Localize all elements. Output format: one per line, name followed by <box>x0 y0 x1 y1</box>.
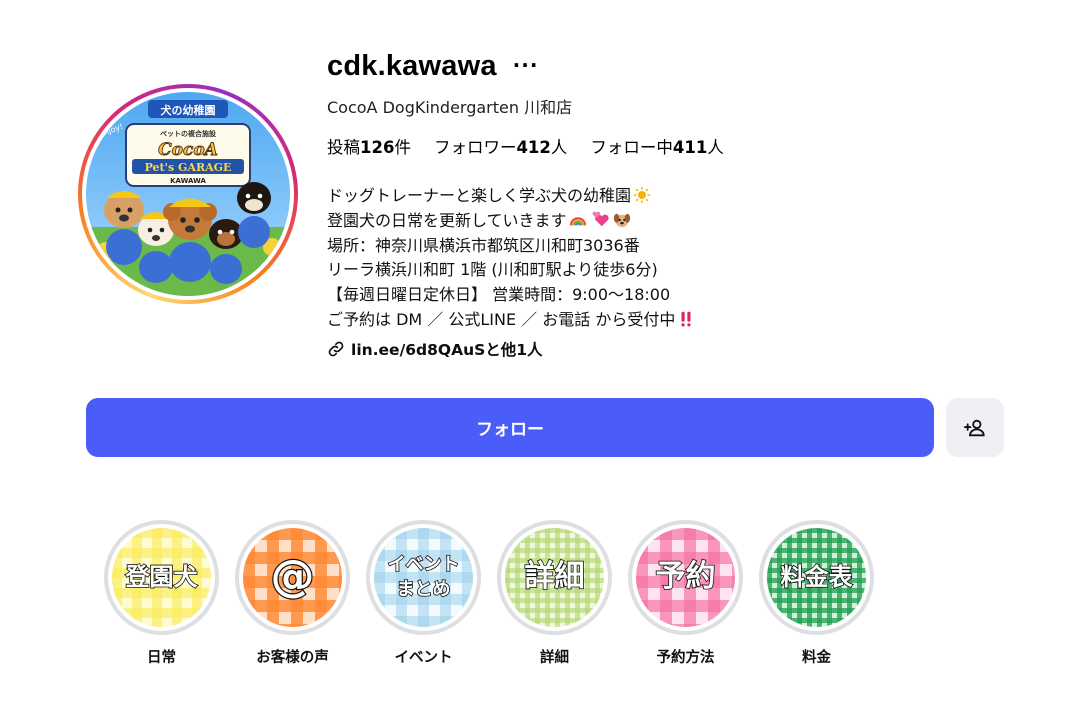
sun-icon <box>633 186 651 204</box>
posts-count: 投稿126件 <box>327 138 411 157</box>
highlight-cover-text: 予約 <box>655 559 717 595</box>
bio-line: 場所：神奈川県横浜市都筑区川和町3036番 <box>327 235 640 255</box>
highlight-reservation[interactable]: 予約 予約方法 <box>628 520 743 667</box>
bio-line: 登園犬の日常を更新していきます <box>327 209 697 234</box>
avatar-brand-text: CocoA <box>158 140 218 160</box>
rainbow-icon <box>569 217 586 226</box>
highlight-cover-text: 料金表 <box>780 562 854 591</box>
profile-stats: 投稿126件 フォロワー412人 フォロー中411人 <box>327 134 724 158</box>
highlight-pricing[interactable]: 料金表 料金 <box>759 520 874 667</box>
suggest-users-button[interactable] <box>946 398 1004 457</box>
highlight-customer-voice[interactable]: @ お客様の声 <box>235 520 350 667</box>
bio-line: 【毎週日曜日定休日】 営業時間：9:00〜18:00 <box>327 285 671 305</box>
highlight-label: お客様の声 <box>256 650 329 666</box>
link-text[interactable]: lin.ee/6d8QAuSと他1人 <box>351 338 543 360</box>
bio-line: ドッグトレーナーと楽しく学ぶ犬の幼稚園 <box>327 184 697 209</box>
username: cdk.kawawa <box>327 50 497 82</box>
avatar-banner-text: 犬の幼稚園 <box>161 103 216 117</box>
highlight-nichijo[interactable]: 登園犬 日常 <box>104 520 219 667</box>
highlight-cover-text: 登園犬 <box>125 562 199 591</box>
avatar-sub-text: ペットの複合施設 <box>160 129 217 138</box>
highlight-label: イベント <box>394 650 453 666</box>
profile-link[interactable]: lin.ee/6d8QAuSと他1人 <box>327 338 543 360</box>
highlight-label: 詳細 <box>540 650 569 666</box>
followers-count[interactable]: フォロワー412人 <box>434 134 567 158</box>
highlight-cover-text: イベント まとめ <box>387 553 461 600</box>
profile-bio: ドッグトレーナーと楽しく学ぶ犬の幼稚園 登園犬の日常を更新していきます 場所：神… <box>327 184 697 333</box>
highlight-label: 予約方法 <box>656 650 715 666</box>
at-sign-icon: @ <box>269 550 315 603</box>
highlight-label: 日常 <box>147 650 176 666</box>
profile-avatar[interactable]: 犬の幼稚園 ペットの複合施設 CocoA Pet's GARAGE KAWAWA… <box>78 84 298 304</box>
bio-line: リーラ横浜川和町 1階 (川和町駅より徒歩6分) <box>327 260 658 280</box>
two-hearts-icon <box>592 211 609 227</box>
profile-fullname: CocoA DogKindergarten 川和店 <box>327 98 573 117</box>
avatar-location-text: KAWAWA <box>170 177 206 185</box>
highlight-details[interactable]: 詳細 詳細 <box>497 520 612 667</box>
follow-button[interactable]: フォロー <box>86 398 934 457</box>
highlight-event[interactable]: イベント まとめ イベント <box>366 520 481 667</box>
bio-line: ご予約は DM ／ 公式LINE ／ お電話 から受付中 <box>327 308 697 333</box>
avatar-garage-text: Pet's GARAGE <box>145 161 232 174</box>
add-user-icon <box>964 419 985 436</box>
following-count[interactable]: フォロー中411人 <box>590 134 723 158</box>
story-highlights: 登園犬 日常 @ お客様の声 イベント まとめ イベント 詳細 詳細 予約 予約… <box>104 520 874 667</box>
more-options-icon[interactable]: ··· <box>513 55 539 75</box>
dog-face-icon <box>613 213 630 227</box>
double-exclamation-icon <box>681 311 691 327</box>
link-icon <box>328 341 344 357</box>
highlight-label: 料金 <box>802 650 831 666</box>
highlight-cover-text: 詳細 <box>524 559 586 595</box>
